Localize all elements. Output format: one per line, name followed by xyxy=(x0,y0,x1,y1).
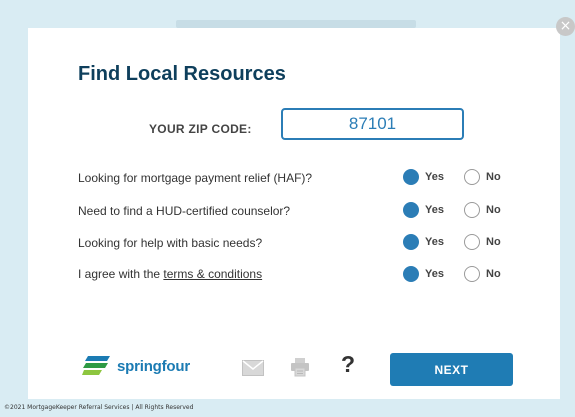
modal-title: Find Local Resources xyxy=(78,63,286,85)
copyright-text: ©2021 MortgageKeeper Referral Services |… xyxy=(4,404,194,411)
print-icon[interactable] xyxy=(290,357,310,382)
question-basic-needs-yes-option[interactable]: Yes xyxy=(403,234,444,250)
radio-selected-icon xyxy=(403,234,419,250)
question-terms-yes-option[interactable]: Yes xyxy=(403,266,444,282)
radio-unselected-icon xyxy=(464,202,480,218)
radio-unselected-icon xyxy=(464,169,480,185)
zip-code-input[interactable] xyxy=(281,108,464,140)
question-hud-counselor: Need to find a HUD-certified counselor? xyxy=(78,204,291,218)
no-label: No xyxy=(486,171,501,183)
yes-label: Yes xyxy=(425,204,444,216)
question-hud-no-option[interactable]: No xyxy=(464,202,501,218)
radio-selected-icon xyxy=(403,169,419,185)
email-icon[interactable] xyxy=(242,360,264,381)
question-haf: Looking for mortgage payment relief (HAF… xyxy=(78,171,313,185)
no-label: No xyxy=(486,236,501,248)
terms-prefix: I agree with the xyxy=(78,267,164,281)
radio-selected-icon xyxy=(403,202,419,218)
question-haf-no-option[interactable]: No xyxy=(464,169,501,185)
yes-label: Yes xyxy=(425,268,444,280)
springfour-logo-icon xyxy=(82,356,110,375)
question-basic-needs-no-option[interactable]: No xyxy=(464,234,501,250)
yes-label: Yes xyxy=(425,171,444,183)
question-terms-no-option[interactable]: No xyxy=(464,266,501,282)
close-icon[interactable]: × xyxy=(556,17,575,36)
springfour-logo-text: springfour xyxy=(117,357,190,375)
no-label: No xyxy=(486,268,501,280)
background-top-bar xyxy=(176,20,416,28)
no-label: No xyxy=(486,204,501,216)
question-terms: I agree with the terms & conditions xyxy=(78,267,262,281)
find-resources-modal: Find Local Resources YOUR ZIP CODE: Look… xyxy=(28,28,560,399)
question-basic-needs: Looking for help with basic needs? xyxy=(78,236,263,250)
zip-code-label: YOUR ZIP CODE: xyxy=(149,122,252,136)
radio-unselected-icon xyxy=(464,266,480,282)
terms-conditions-link[interactable]: terms & conditions xyxy=(163,267,262,281)
radio-selected-icon xyxy=(403,266,419,282)
question-hud-yes-option[interactable]: Yes xyxy=(403,202,444,218)
help-icon[interactable]: ? xyxy=(341,351,355,378)
next-button[interactable]: NEXT xyxy=(390,353,513,386)
yes-label: Yes xyxy=(425,236,444,248)
springfour-logo: springfour xyxy=(82,356,190,376)
radio-unselected-icon xyxy=(464,234,480,250)
question-haf-yes-option[interactable]: Yes xyxy=(403,169,444,185)
